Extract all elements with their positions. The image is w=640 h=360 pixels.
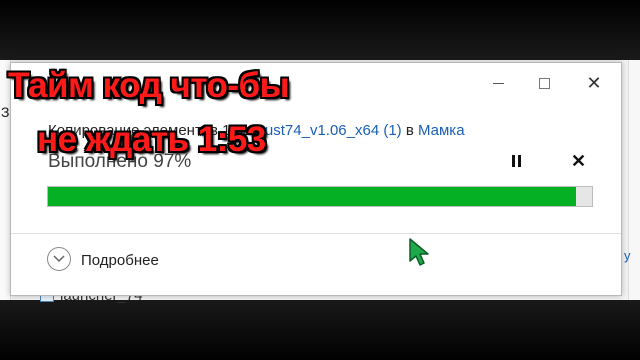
background-right-text: у bbox=[624, 248, 631, 263]
overlay-caption-line2: не ждать 1:53 bbox=[37, 120, 266, 159]
close-button[interactable]: ✕ bbox=[571, 63, 617, 103]
dialog-divider bbox=[11, 233, 621, 234]
pause-icon[interactable] bbox=[509, 155, 523, 169]
progress-bar-fill bbox=[48, 187, 576, 206]
progress-bar bbox=[47, 186, 593, 207]
maximize-icon bbox=[538, 77, 550, 89]
screen: З у is launcher_74 ✕ Копирование элемент… bbox=[0, 0, 640, 360]
more-details-button[interactable]: Подробнее bbox=[81, 252, 159, 269]
background-right-pane bbox=[628, 60, 640, 300]
minimize-icon bbox=[492, 82, 504, 84]
close-icon: ✕ bbox=[586, 72, 602, 93]
source-folder-link[interactable]: Rust74_v1.06_x64 (1) bbox=[254, 122, 402, 139]
top-letterbox bbox=[0, 0, 640, 60]
minimize-button[interactable] bbox=[475, 63, 521, 103]
copy-to-word: в bbox=[405, 122, 414, 139]
bottom-letterbox bbox=[0, 300, 640, 360]
maximize-button[interactable] bbox=[521, 63, 567, 103]
destination-folder-link[interactable]: Мамка bbox=[418, 122, 465, 139]
overlay-caption-line1: Тайм код что-бы bbox=[8, 66, 290, 105]
background-left-text: З bbox=[1, 104, 10, 120]
cancel-icon[interactable]: ✕ bbox=[571, 152, 586, 170]
arrow-cursor-icon bbox=[408, 237, 430, 272]
chevron-down-icon[interactable] bbox=[47, 247, 71, 271]
